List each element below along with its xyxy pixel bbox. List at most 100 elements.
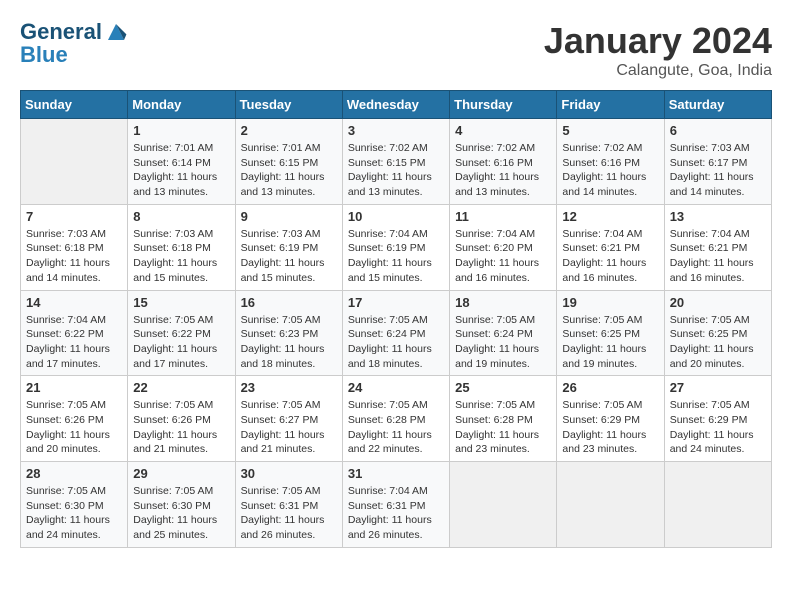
day-info: Sunrise: 7:05 AMSunset: 6:30 PMDaylight:… (26, 484, 122, 543)
day-info: Sunrise: 7:03 AMSunset: 6:18 PMDaylight:… (26, 227, 122, 286)
day-number: 27 (670, 380, 766, 395)
day-header-sunday: Sunday (21, 91, 128, 119)
day-info: Sunrise: 7:05 AMSunset: 6:28 PMDaylight:… (455, 398, 551, 457)
day-number: 18 (455, 295, 551, 310)
day-info: Sunrise: 7:05 AMSunset: 6:26 PMDaylight:… (26, 398, 122, 457)
week-row-2: 7 Sunrise: 7:03 AMSunset: 6:18 PMDaylight… (21, 204, 772, 290)
calendar-cell (557, 462, 664, 548)
day-number: 17 (348, 295, 444, 310)
calendar-cell: 28 Sunrise: 7:05 AMSunset: 6:30 PMDayligh… (21, 462, 128, 548)
calendar-cell: 15 Sunrise: 7:05 AMSunset: 6:22 PMDayligh… (128, 290, 235, 376)
day-info: Sunrise: 7:05 AMSunset: 6:30 PMDaylight:… (133, 484, 229, 543)
calendar-cell: 23Sunrise: 7:05 AMSunset: 6:27 PMDayligh… (235, 376, 342, 462)
day-number: 24 (348, 380, 444, 395)
day-info: Sunrise: 7:02 AMSunset: 6:16 PMDaylight:… (562, 141, 658, 200)
day-number: 20 (670, 295, 766, 310)
calendar-cell: 24 Sunrise: 7:05 AMSunset: 6:28 PMDayligh… (342, 376, 449, 462)
logo-text: General (20, 21, 102, 43)
calendar-cell: 2 Sunrise: 7:01 AMSunset: 6:15 PMDaylight… (235, 119, 342, 205)
day-info: Sunrise: 7:04 AMSunset: 6:20 PMDaylight:… (455, 227, 551, 286)
calendar-cell: 29 Sunrise: 7:05 AMSunset: 6:30 PMDayligh… (128, 462, 235, 548)
calendar-cell (21, 119, 128, 205)
day-header-wednesday: Wednesday (342, 91, 449, 119)
day-number: 29 (133, 466, 229, 481)
title-block: January 2024 Calangute, Goa, India (544, 20, 772, 80)
day-number: 7 (26, 209, 122, 224)
month-title: January 2024 (544, 20, 772, 62)
calendar-cell: 4Sunrise: 7:02 AMSunset: 6:16 PMDaylight… (450, 119, 557, 205)
day-header-thursday: Thursday (450, 91, 557, 119)
day-info: Sunrise: 7:03 AMSunset: 6:19 PMDaylight:… (241, 227, 337, 286)
day-number: 26 (562, 380, 658, 395)
day-number: 3 (348, 123, 444, 138)
calendar-cell: 16 Sunrise: 7:05 AMSunset: 6:23 PMDayligh… (235, 290, 342, 376)
day-number: 25 (455, 380, 551, 395)
calendar-cell: 13Sunrise: 7:04 AMSunset: 6:21 PMDayligh… (664, 204, 771, 290)
day-number: 13 (670, 209, 766, 224)
day-header-tuesday: Tuesday (235, 91, 342, 119)
calendar-header-row: SundayMondayTuesdayWednesdayThursdayFrid… (21, 91, 772, 119)
week-row-3: 14Sunrise: 7:04 AMSunset: 6:22 PMDayligh… (21, 290, 772, 376)
day-info: Sunrise: 7:04 AMSunset: 6:21 PMDaylight:… (562, 227, 658, 286)
day-header-friday: Friday (557, 91, 664, 119)
day-info: Sunrise: 7:05 AMSunset: 6:29 PMDaylight:… (562, 398, 658, 457)
calendar-cell: 30Sunrise: 7:05 AMSunset: 6:31 PMDayligh… (235, 462, 342, 548)
calendar-cell: 17 Sunrise: 7:05 AMSunset: 6:24 PMDayligh… (342, 290, 449, 376)
calendar-cell: 11Sunrise: 7:04 AMSunset: 6:20 PMDayligh… (450, 204, 557, 290)
day-info: Sunrise: 7:04 AMSunset: 6:19 PMDaylight:… (348, 227, 444, 286)
calendar-cell: 7 Sunrise: 7:03 AMSunset: 6:18 PMDaylight… (21, 204, 128, 290)
day-number: 10 (348, 209, 444, 224)
calendar-cell: 3 Sunrise: 7:02 AMSunset: 6:15 PMDaylight… (342, 119, 449, 205)
day-info: Sunrise: 7:03 AMSunset: 6:18 PMDaylight:… (133, 227, 229, 286)
calendar-body: 1 Sunrise: 7:01 AMSunset: 6:14 PMDaylight… (21, 119, 772, 548)
day-info: Sunrise: 7:05 AMSunset: 6:24 PMDaylight:… (348, 313, 444, 372)
day-number: 15 (133, 295, 229, 310)
day-info: Sunrise: 7:04 AMSunset: 6:31 PMDaylight:… (348, 484, 444, 543)
day-info: Sunrise: 7:05 AMSunset: 6:22 PMDaylight:… (133, 313, 229, 372)
calendar-cell: 8 Sunrise: 7:03 AMSunset: 6:18 PMDaylight… (128, 204, 235, 290)
day-info: Sunrise: 7:05 AMSunset: 6:25 PMDaylight:… (562, 313, 658, 372)
day-info: Sunrise: 7:05 AMSunset: 6:25 PMDaylight:… (670, 313, 766, 372)
calendar-cell (450, 462, 557, 548)
day-number: 5 (562, 123, 658, 138)
day-info: Sunrise: 7:02 AMSunset: 6:15 PMDaylight:… (348, 141, 444, 200)
calendar-cell: 25 Sunrise: 7:05 AMSunset: 6:28 PMDayligh… (450, 376, 557, 462)
calendar-cell: 12 Sunrise: 7:04 AMSunset: 6:21 PMDayligh… (557, 204, 664, 290)
calendar-cell: 27 Sunrise: 7:05 AMSunset: 6:29 PMDayligh… (664, 376, 771, 462)
day-number: 23 (241, 380, 337, 395)
calendar-cell: 9 Sunrise: 7:03 AMSunset: 6:19 PMDaylight… (235, 204, 342, 290)
day-number: 16 (241, 295, 337, 310)
calendar-cell (664, 462, 771, 548)
week-row-5: 28 Sunrise: 7:05 AMSunset: 6:30 PMDayligh… (21, 462, 772, 548)
day-info: Sunrise: 7:01 AMSunset: 6:15 PMDaylight:… (241, 141, 337, 200)
day-info: Sunrise: 7:05 AMSunset: 6:23 PMDaylight:… (241, 313, 337, 372)
day-info: Sunrise: 7:03 AMSunset: 6:17 PMDaylight:… (670, 141, 766, 200)
day-info: Sunrise: 7:05 AMSunset: 6:29 PMDaylight:… (670, 398, 766, 457)
calendar-cell: 1 Sunrise: 7:01 AMSunset: 6:14 PMDaylight… (128, 119, 235, 205)
location-subtitle: Calangute, Goa, India (544, 62, 772, 80)
calendar-cell: 21Sunrise: 7:05 AMSunset: 6:26 PMDayligh… (21, 376, 128, 462)
week-row-1: 1 Sunrise: 7:01 AMSunset: 6:14 PMDaylight… (21, 119, 772, 205)
calendar-cell: 5 Sunrise: 7:02 AMSunset: 6:16 PMDaylight… (557, 119, 664, 205)
calendar-cell: 19Sunrise: 7:05 AMSunset: 6:25 PMDayligh… (557, 290, 664, 376)
day-number: 6 (670, 123, 766, 138)
day-info: Sunrise: 7:05 AMSunset: 6:24 PMDaylight:… (455, 313, 551, 372)
day-info: Sunrise: 7:05 AMSunset: 6:28 PMDaylight:… (348, 398, 444, 457)
day-number: 1 (133, 123, 229, 138)
day-number: 14 (26, 295, 122, 310)
day-number: 8 (133, 209, 229, 224)
day-info: Sunrise: 7:05 AMSunset: 6:31 PMDaylight:… (241, 484, 337, 543)
calendar-cell: 26 Sunrise: 7:05 AMSunset: 6:29 PMDayligh… (557, 376, 664, 462)
day-number: 4 (455, 123, 551, 138)
page-header: General Blue January 2024 Calangute, Goa… (20, 20, 772, 80)
day-number: 9 (241, 209, 337, 224)
calendar-cell: 10 Sunrise: 7:04 AMSunset: 6:19 PMDayligh… (342, 204, 449, 290)
day-info: Sunrise: 7:05 AMSunset: 6:26 PMDaylight:… (133, 398, 229, 457)
day-number: 2 (241, 123, 337, 138)
day-number: 12 (562, 209, 658, 224)
day-header-saturday: Saturday (664, 91, 771, 119)
day-info: Sunrise: 7:01 AMSunset: 6:14 PMDaylight:… (133, 141, 229, 200)
calendar-cell: 22Sunrise: 7:05 AMSunset: 6:26 PMDayligh… (128, 376, 235, 462)
calendar-cell: 31Sunrise: 7:04 AMSunset: 6:31 PMDayligh… (342, 462, 449, 548)
day-number: 28 (26, 466, 122, 481)
